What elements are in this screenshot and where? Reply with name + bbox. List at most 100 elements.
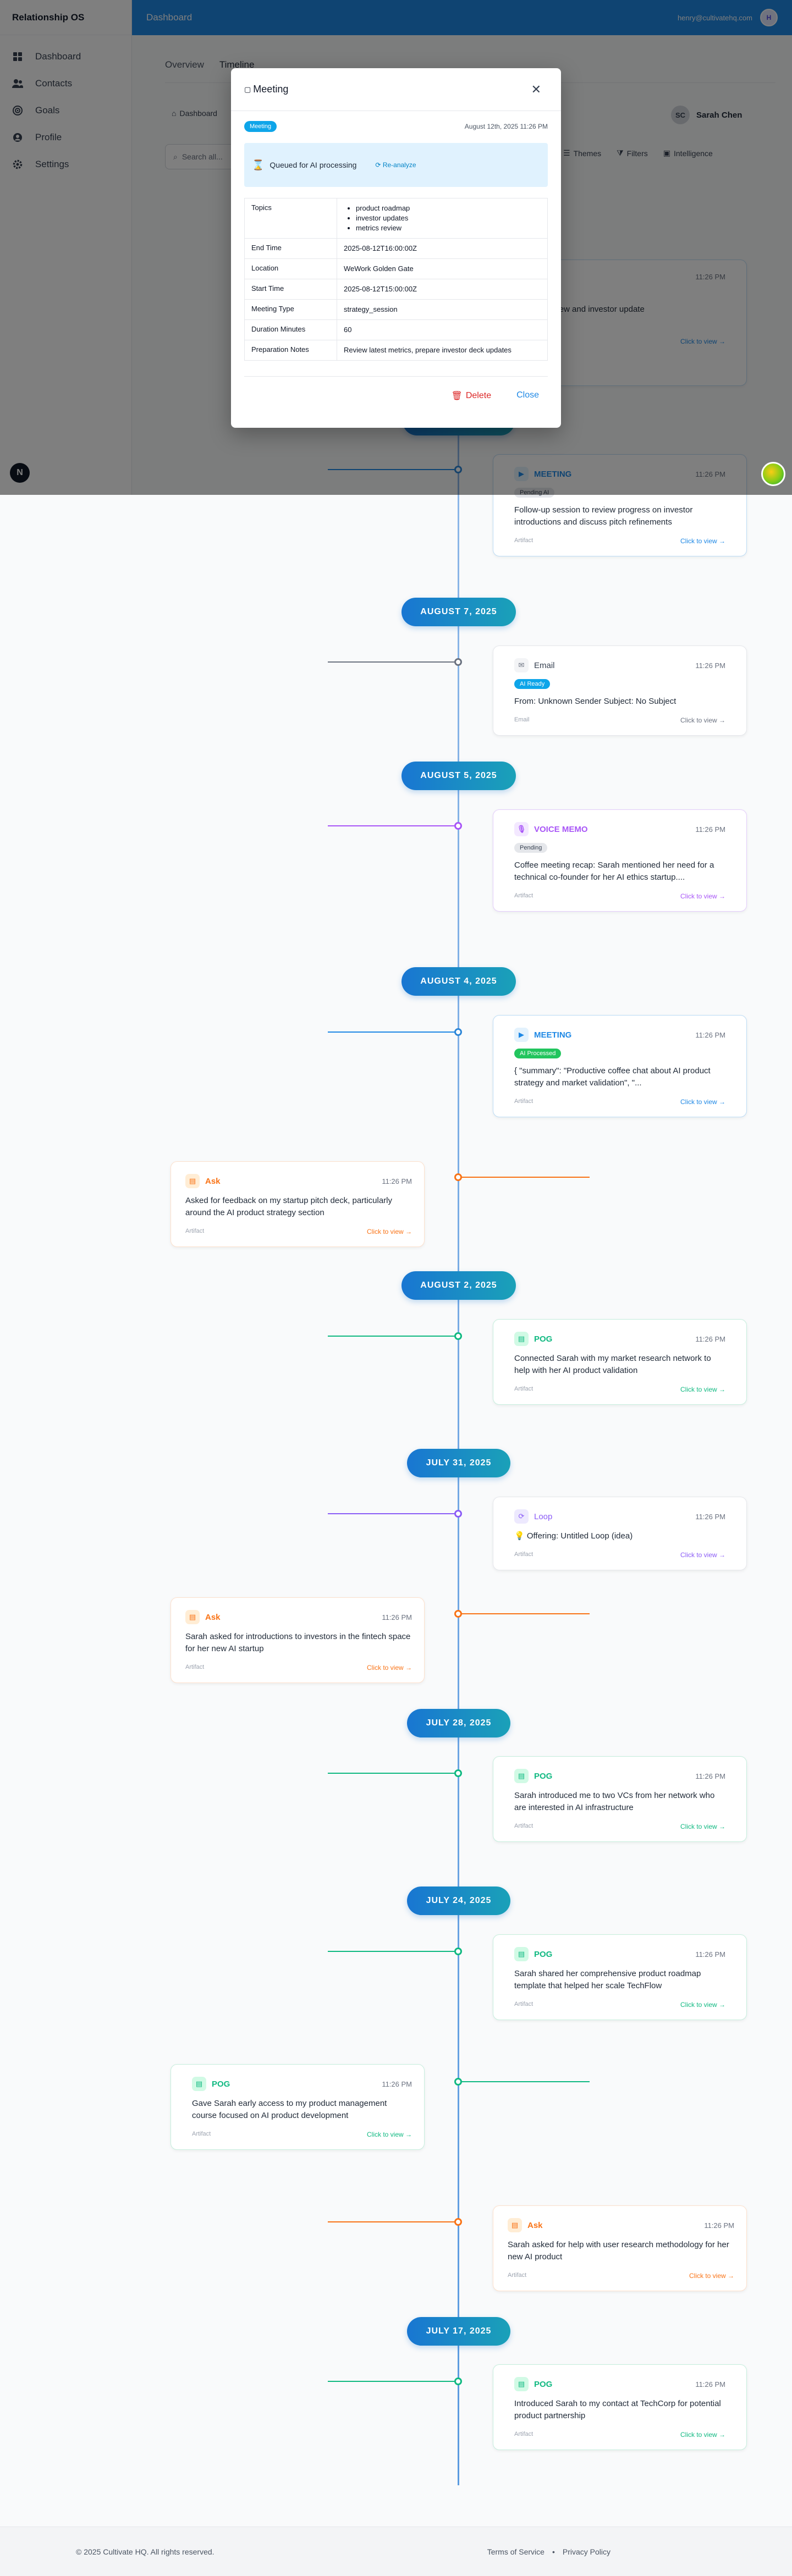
card-type: Ask [205, 1612, 221, 1622]
meeting-modal: ▢ Meeting ✕ Meeting August 12th, 2025 11… [231, 68, 561, 428]
modal-divider [244, 376, 548, 377]
click-to-view-link[interactable]: Click to view → [680, 892, 725, 900]
card-type: Email [534, 660, 555, 670]
timeline-card-loop[interactable]: ⟳ Loop 11:26 PM 💡 Offering: Untitled Loop… [493, 1497, 747, 1570]
document-icon: ▤ [185, 1174, 200, 1188]
document-icon: ▤ [192, 2077, 206, 2091]
card-type: MEETING [534, 1030, 572, 1040]
click-to-view-link[interactable]: Click to view → [680, 1098, 725, 1106]
card-text-row: 💡 Offering: Untitled Loop (idea) [514, 1530, 725, 1542]
click-to-view-link[interactable]: Click to view → [367, 1664, 412, 1672]
timeline-card-ask[interactable]: ▤ Ask 11:26 PM Asked for feedback on my s… [170, 1161, 425, 1247]
click-to-view-link[interactable]: Click to view → [680, 1551, 725, 1559]
card-type-label: ▤ POG [514, 1947, 552, 1961]
card-type-label: ▤ POG [514, 1769, 552, 1783]
timeline-card-ask[interactable]: ▤ Ask 11:26 PM Sarah asked for introducti… [170, 1597, 425, 1683]
close-button[interactable]: Close [516, 390, 539, 401]
date-pill: AUGUST 4, 2025 [402, 967, 516, 996]
card-text: Sarah asked for introductions to investo… [185, 1632, 411, 1653]
card-time: 11:26 PM [382, 1613, 412, 1621]
timeline-card-pog[interactable]: ▤ POG 11:26 PM Introduced Sarah to my con… [493, 2364, 747, 2450]
date-pill: AUGUST 2, 2025 [402, 1271, 516, 1300]
field-key: Start Time [245, 279, 337, 299]
timeline-connector [328, 1773, 455, 1774]
card-label: Artifact [514, 1823, 534, 1829]
card-type: Ask [205, 1176, 221, 1186]
list-item: metrics review [356, 223, 541, 233]
timeline-card-pog[interactable]: ▤ POG 11:26 PM Sarah shared her comprehen… [493, 1934, 747, 2020]
timeline-node [454, 2218, 462, 2226]
card-label: Artifact [185, 1228, 205, 1234]
card-time: 11:26 PM [695, 1512, 725, 1521]
click-to-view-link[interactable]: Click to view → [689, 2272, 734, 2280]
date-pill: JULY 24, 2025 [407, 1887, 510, 1915]
artifact-date: August 12th, 2025 11:26 PM [464, 123, 548, 130]
field-value: Review latest metrics, prepare investor … [344, 346, 512, 354]
card-label: Email [514, 716, 530, 723]
card-text: Gave Sarah early access to my product ma… [192, 2099, 387, 2120]
field-key: Duration Minutes [245, 320, 337, 340]
card-type: POG [534, 1771, 553, 1781]
click-to-view-link[interactable]: Click to view → [680, 1386, 725, 1393]
details-table: Topics product roadmap investor updates … [244, 198, 548, 361]
field-value: 60 [344, 326, 352, 334]
status-badge: Pending [514, 843, 548, 853]
click-to-view-link[interactable]: Click to view → [680, 537, 725, 545]
click-to-view-link[interactable]: Click to view → [680, 716, 725, 724]
click-to-view-link[interactable]: Click to view → [680, 1823, 725, 1830]
table-row: End Time 2025-08-12T16:00:00Z [245, 239, 547, 259]
click-to-view-link[interactable]: Click to view → [680, 2431, 725, 2439]
card-label: Artifact [514, 892, 534, 899]
card-type-label: ▶ MEETING [514, 1028, 571, 1042]
click-to-view-link[interactable]: Click to view → [367, 2131, 412, 2138]
modal-meta: Meeting August 12th, 2025 11:26 PM [231, 111, 561, 132]
list-item: product roadmap [356, 203, 541, 213]
status-badge: AI Processed [514, 1049, 562, 1058]
timeline-card-pog[interactable]: ▤ POG 11:26 PM Connected Sarah with my ma… [493, 1319, 747, 1405]
timeline-node [454, 1769, 462, 1777]
timeline-connector [461, 1613, 590, 1614]
timeline-card-pog[interactable]: ▤ POG 11:26 PM Gave Sarah early access to… [170, 2064, 425, 2150]
card-type-label: ▤ Ask [185, 1610, 221, 1624]
timeline-connector [328, 661, 455, 663]
timeline-connector [328, 2381, 455, 2382]
field-key: Topics [245, 198, 337, 238]
field-value: product roadmap investor updates metrics… [337, 198, 547, 238]
card-time: 11:26 PM [382, 1177, 412, 1185]
click-to-view-link[interactable]: Click to view → [367, 1228, 412, 1235]
date-pill: JULY 28, 2025 [407, 1709, 510, 1737]
card-label: Artifact [514, 2001, 534, 2007]
field-value: strategy_session [344, 305, 398, 313]
card-text: Sarah introduced me to two VCs from her … [514, 1791, 715, 1812]
card-time: 11:26 PM [695, 1950, 725, 1959]
close-icon[interactable]: ✕ [531, 82, 541, 97]
video-icon: ▢ [244, 85, 251, 93]
reanalyze-button[interactable]: ⟳ Re-analyze [375, 161, 416, 169]
timeline-connector [328, 1513, 455, 1514]
document-icon: ▤ [514, 1769, 529, 1783]
timeline-node [454, 2378, 462, 2385]
card-time: 11:26 PM [695, 825, 725, 834]
assistant-fab[interactable] [761, 462, 785, 486]
status-badge: AI Ready [514, 679, 551, 689]
field-value: 2025-08-12T15:00:00Z [344, 285, 417, 293]
page: Relationship OS Dashboard Contacts Goals… [0, 0, 792, 2576]
click-to-view-link[interactable]: Click to view → [680, 2001, 725, 2009]
card-time: 11:26 PM [695, 2380, 725, 2389]
card-text: Connected Sarah with my market research … [514, 1354, 711, 1375]
timeline-connector [328, 1951, 455, 1952]
timeline-connector [328, 2221, 455, 2222]
delete-button[interactable]: 🗑 Delete [452, 390, 492, 401]
timeline-card-email[interactable]: ✉ Email 11:26 PM AI Ready From: Unknown S… [493, 646, 747, 736]
timeline-node [454, 1510, 462, 1518]
timeline-card-voice-memo[interactable]: 🎙 VOICE MEMO 11:26 PM Pending Coffee meet… [493, 809, 747, 912]
table-row: Duration Minutes 60 [245, 320, 547, 340]
timeline-card-meeting[interactable]: ▶ MEETING 11:26 PM AI Processed { "summar… [493, 1015, 747, 1117]
timeline-card-ask[interactable]: ▤ Ask 11:26 PM Sarah asked for help with … [493, 2205, 747, 2291]
mail-icon: ✉ [514, 658, 529, 672]
terms-link[interactable]: Terms of Service [487, 2547, 544, 2556]
privacy-link[interactable]: Privacy Policy [563, 2547, 610, 2556]
card-text: Sarah shared her comprehensive product r… [514, 1969, 701, 1990]
modal-header: ▢ Meeting ✕ [231, 68, 561, 111]
timeline-card-pog[interactable]: ▤ POG 11:26 PM Sarah introduced me to two… [493, 1756, 747, 1842]
